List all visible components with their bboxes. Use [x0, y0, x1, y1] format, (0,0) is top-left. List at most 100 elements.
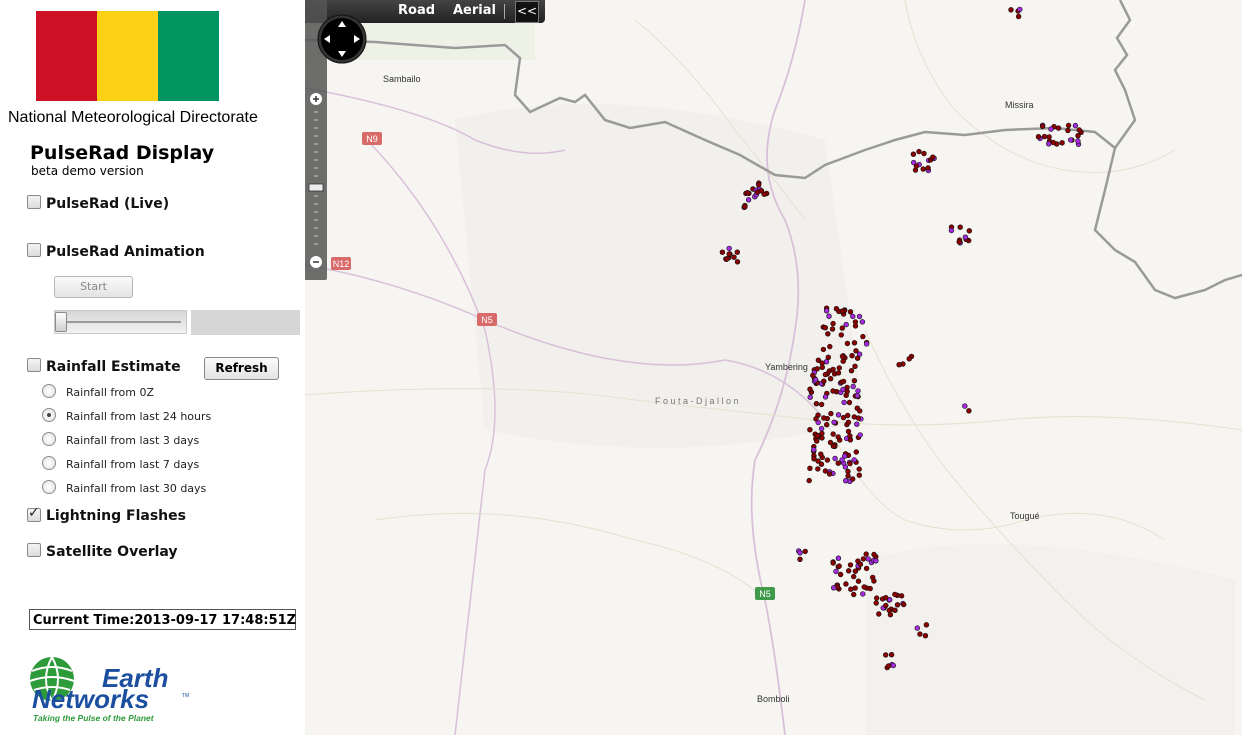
- logo-trademark: TM: [182, 693, 189, 699]
- satellite-overlay-label[interactable]: Satellite Overlay: [46, 544, 178, 560]
- lightning-flash-marker: [882, 652, 889, 658]
- zoom-out-icon[interactable]: [310, 256, 322, 268]
- lightning-flash-marker: [1072, 122, 1079, 129]
- lightning-flash-marker: [892, 607, 898, 613]
- satellite-overlay-checkbox[interactable]: [27, 543, 41, 557]
- rainfall-option-radio[interactable]: [42, 480, 56, 494]
- rainfall-option-label[interactable]: Rainfall from last 24 hours: [66, 410, 211, 423]
- lightning-flash-marker: [892, 591, 898, 598]
- lightning-flash-marker: [833, 568, 839, 575]
- lightning-flash-marker: [854, 355, 861, 361]
- lightning-flash-marker: [831, 419, 837, 425]
- lightning-flash-marker: [723, 256, 729, 262]
- lightning-flash-marker: [1065, 127, 1071, 134]
- lightning-flash-marker: [835, 555, 842, 561]
- slider-handle[interactable]: [55, 312, 67, 332]
- lightning-flash-marker: [842, 478, 849, 484]
- lightning-flash-marker: [913, 163, 920, 169]
- lightning-flash-marker: [914, 625, 920, 631]
- collapse-toolbar-button[interactable]: <<: [515, 1, 539, 23]
- lightning-flash-marker: [1055, 125, 1062, 131]
- lightning-flash-marker: [845, 468, 851, 475]
- lightning-flash-marker: [825, 331, 831, 337]
- lightning-flash-marker: [883, 602, 889, 609]
- zoom-level-handle[interactable]: [308, 183, 324, 192]
- lightning-flash-marker: [962, 403, 968, 409]
- aerial-view-button[interactable]: Aerial: [453, 3, 496, 18]
- lightning-flash-marker: [1017, 6, 1023, 13]
- pulserad-animation-checkbox[interactable]: [27, 243, 41, 257]
- lightning-flash-marker: [855, 415, 862, 421]
- earth-networks-logo: Earth Networks TM Taking the Pulse of th…: [29, 656, 189, 723]
- map-view[interactable]: N9 N12 N5 N5 Sambailo Missira Yambering …: [305, 0, 1242, 735]
- lightning-flash-marker: [873, 558, 879, 564]
- lightning-flash-marker: [850, 383, 856, 390]
- lightning-flashes-label[interactable]: Lightning Flashes: [46, 508, 186, 524]
- rainfall-option-label[interactable]: Rainfall from last 7 days: [66, 458, 199, 471]
- map-canvas[interactable]: N9 N12 N5 N5 Sambailo Missira Yambering …: [305, 0, 1242, 735]
- road-label-n5-north: N5: [481, 315, 493, 325]
- lightning-flash-marker: [850, 573, 857, 580]
- lightning-flash-marker: [832, 455, 838, 462]
- pulserad-live-checkbox[interactable]: [27, 195, 41, 209]
- animation-slider[interactable]: [54, 310, 187, 334]
- zoom-in-icon[interactable]: [310, 93, 322, 105]
- region-fouta-djallon: F o u t a - D j a l l o n: [655, 396, 739, 406]
- lightning-flash-marker: [859, 319, 866, 325]
- lightning-flash-marker: [797, 550, 803, 556]
- lightning-flash-marker: [827, 343, 833, 350]
- place-bomboli: Bomboli: [757, 694, 790, 704]
- lightning-flash-marker: [894, 602, 901, 608]
- lightning-flash-marker: [948, 227, 955, 234]
- lightning-flash-marker: [823, 422, 830, 428]
- lightning-flash-marker: [851, 340, 858, 346]
- pan-compass[interactable]: [317, 14, 367, 64]
- lightning-flash-marker: [847, 562, 854, 568]
- rainfall-option-radio[interactable]: [42, 384, 56, 398]
- lightning-flash-marker: [815, 466, 821, 472]
- lightning-flash-marker: [860, 556, 867, 562]
- lightning-flash-marker: [830, 560, 836, 566]
- flag-stripe-green: [158, 11, 219, 101]
- start-animation-button[interactable]: Start: [54, 276, 133, 298]
- flag-stripe-yellow: [97, 11, 158, 101]
- lightning-flash-marker: [754, 189, 761, 195]
- rainfall-option-label[interactable]: Rainfall from 0Z: [66, 386, 154, 399]
- rainfall-estimate-checkbox[interactable]: [27, 358, 41, 372]
- lightning-flash-marker: [849, 353, 855, 359]
- lightning-flash-marker: [819, 364, 825, 370]
- pulserad-animation-label[interactable]: PulseRad Animation: [46, 244, 205, 260]
- rainfall-option-radio[interactable]: [42, 456, 56, 470]
- slider-rail: [59, 321, 181, 323]
- lightning-flash-marker: [841, 399, 847, 406]
- rainfall-option-label[interactable]: Rainfall from last 3 days: [66, 434, 199, 447]
- pulserad-live-label[interactable]: PulseRad (Live): [46, 196, 169, 212]
- organization-name: National Meteorological Directorate: [8, 109, 258, 126]
- lightning-flash-marker: [857, 432, 863, 438]
- rainfall-estimate-label[interactable]: Rainfall Estimate: [46, 359, 181, 375]
- refresh-button[interactable]: Refresh: [204, 357, 279, 380]
- lightning-flash-marker: [848, 586, 854, 592]
- place-tougue: Tougué: [1010, 511, 1040, 521]
- lightning-flash-marker: [839, 353, 846, 360]
- road-shield-n5-south: N5: [755, 587, 775, 600]
- place-missira: Missira: [1005, 100, 1034, 110]
- lightning-flash-marker: [824, 457, 831, 463]
- lightning-flashes-checkbox[interactable]: [27, 505, 41, 522]
- toolbar-divider: [504, 4, 505, 19]
- control-panel: National Meteorological Directorate Puls…: [0, 0, 305, 735]
- lightning-flash-marker: [1008, 7, 1014, 13]
- rainfall-option-radio[interactable]: [42, 432, 56, 446]
- lightning-flash-marker: [876, 611, 882, 617]
- road-shield-n5-north: N5: [477, 313, 497, 326]
- rainfall-option-label[interactable]: Rainfall from last 30 days: [66, 482, 206, 495]
- lightning-flash-marker: [802, 548, 808, 555]
- lightning-flash-marker: [855, 578, 862, 584]
- road-view-button[interactable]: Road: [398, 3, 435, 18]
- lightning-flash-marker: [852, 363, 858, 369]
- lightning-flash-marker: [814, 438, 820, 444]
- lightning-flash-marker: [761, 191, 767, 197]
- rainfall-option-radio[interactable]: [42, 408, 56, 422]
- place-sambailo: Sambailo: [383, 74, 421, 84]
- lightning-flash-marker: [853, 449, 859, 455]
